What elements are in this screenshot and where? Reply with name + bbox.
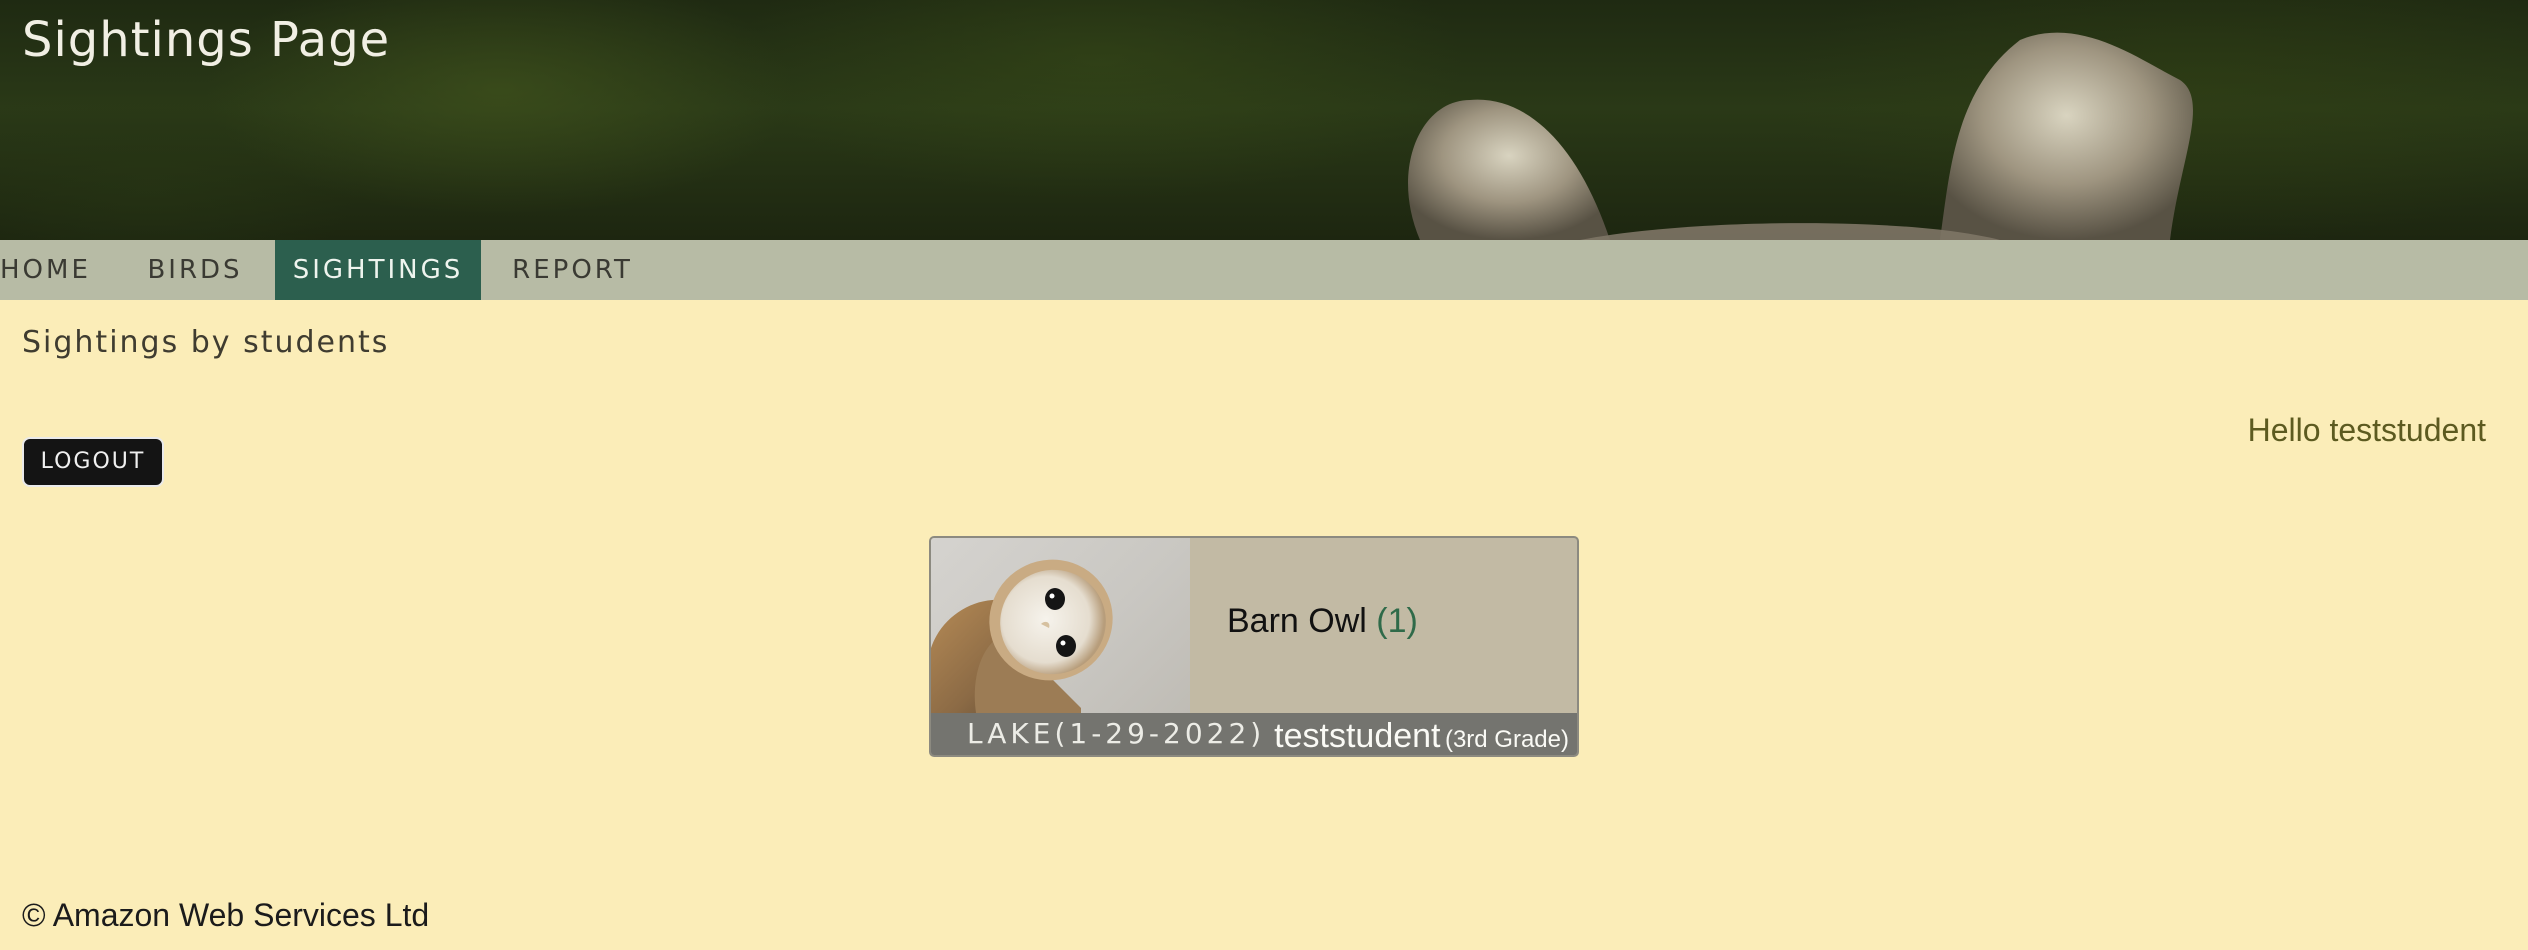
bird-name: Barn Owl (1) (1227, 602, 1418, 641)
owl-banner-image (1408, 32, 2193, 240)
student-info: teststudent (3rd Grade) (1274, 717, 1569, 755)
card-footer: LAKE(1-29-2022) teststudent (3rd Grade) (931, 713, 1577, 755)
nav-home[interactable]: HOME (0, 240, 88, 300)
bird-name-label: Barn Owl (1227, 602, 1367, 640)
nav-birds[interactable]: BIRDS (130, 240, 260, 300)
nav-sightings[interactable]: SIGHTINGS (275, 240, 481, 300)
page: Sightings Page HOME BIRDS SIGHTINGS REPO… (0, 0, 2528, 950)
main-nav: HOME BIRDS SIGHTINGS REPORT (0, 240, 2528, 300)
sighting-count: (1) (1376, 602, 1418, 640)
barn-owl-photo (931, 538, 1190, 713)
logout-button[interactable]: LOGOUT (22, 437, 164, 487)
header-banner: Sightings Page (0, 0, 2528, 240)
section-heading: Sightings by students (22, 325, 390, 360)
student-grade: (3rd Grade) (1444, 726, 1569, 753)
student-name: teststudent (1274, 717, 1441, 755)
sighting-location-date: LAKE(1-29-2022) (967, 717, 1266, 750)
sighting-card[interactable]: Barn Owl (1) LAKE(1-29-2022) teststudent… (929, 536, 1579, 757)
copyright-footer: © Amazon Web Services Ltd (22, 897, 430, 933)
nav-report[interactable]: REPORT (500, 240, 645, 300)
user-greeting: Hello teststudent (2247, 412, 2486, 448)
page-title: Sightings Page (22, 12, 391, 68)
